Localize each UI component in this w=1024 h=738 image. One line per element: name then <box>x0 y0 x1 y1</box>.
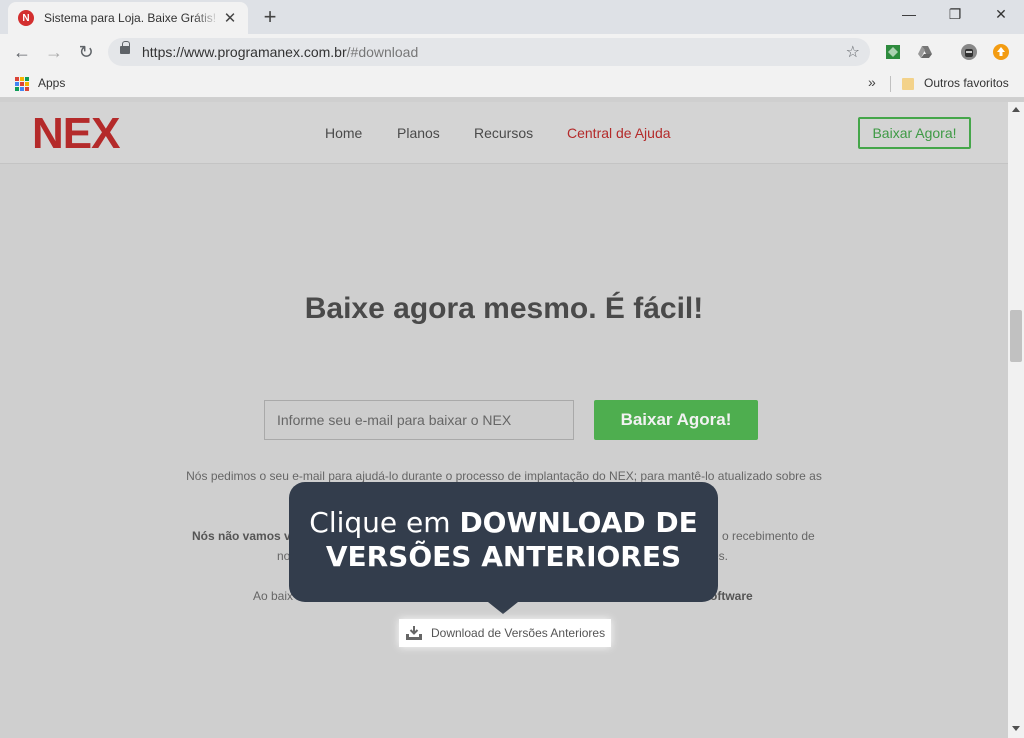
download-previous-versions-label: Download de Versões Anteriores <box>431 626 606 640</box>
bookmarks-divider <box>890 76 891 92</box>
scroll-down-arrow-icon[interactable] <box>1012 726 1020 731</box>
page-viewport: NEX Home Planos Recursos Central de Ajud… <box>0 102 1008 738</box>
tab-strip: N Sistema para Loja. Baixe Grátis! » ✕ +… <box>0 0 1024 34</box>
nex-logo[interactable]: NEX <box>32 110 120 158</box>
email-explanation-text: Nós pedimos o seu e-mail para ajudá-lo d… <box>186 469 822 483</box>
update-icon[interactable] <box>993 44 1009 60</box>
folder-icon <box>902 78 914 90</box>
lock-icon[interactable] <box>120 41 130 54</box>
instruction-tooltip: Clique em DOWNLOAD DE VERSÕES ANTERIORES <box>289 482 718 602</box>
forward-button[interactable]: → <box>42 40 66 64</box>
url-text: https://www.programanex.com.br/#download <box>142 44 419 60</box>
scroll-up-arrow-icon[interactable] <box>1012 107 1020 112</box>
minimize-button[interactable]: — <box>886 6 932 22</box>
bookmarks-overflow-button[interactable]: » <box>868 74 876 90</box>
site-header: NEX Home Planos Recursos Central de Ajud… <box>0 102 1008 164</box>
reload-button[interactable]: ↻ <box>74 40 98 64</box>
tooltip-line1-prefix: Clique em <box>309 506 460 539</box>
privacy-text-right: o recebimento de <box>722 529 815 543</box>
other-bookmarks-folder[interactable]: Outros favoritos <box>924 76 1009 90</box>
tooltip-arrow <box>488 602 518 614</box>
page-scrollbar[interactable] <box>1008 102 1024 738</box>
nav-central-de-ajuda[interactable]: Central de Ajuda <box>567 125 671 141</box>
download-tray-icon <box>406 626 422 640</box>
browser-tab[interactable]: N Sistema para Loja. Baixe Grátis! » ✕ <box>8 2 248 34</box>
apps-grid-icon[interactable] <box>15 77 29 91</box>
privacy-text-left: Nós não vamos v <box>192 529 291 543</box>
nav-recursos[interactable]: Recursos <box>474 125 533 141</box>
browser-toolbar: ← → ↻ https://www.programanex.com.br/#do… <box>0 34 1024 70</box>
download-now-button[interactable]: Baixar Agora! <box>594 400 758 440</box>
header-download-button[interactable]: Baixar Agora! <box>858 117 971 149</box>
address-bar[interactable]: https://www.programanex.com.br/#download… <box>108 38 870 66</box>
tab-title: Sistema para Loja. Baixe Grátis! » <box>44 11 220 25</box>
bookmark-star-icon[interactable]: ☆ <box>846 42 860 62</box>
profile-avatar-icon[interactable] <box>961 44 977 60</box>
tooltip-line2-bold: VERSÕES ANTERIORES <box>325 540 682 573</box>
download-previous-versions-link[interactable]: Download de Versões Anteriores <box>399 619 611 647</box>
bookmarks-bar: Apps » Outros favoritos <box>0 70 1024 98</box>
close-window-button[interactable]: ✕ <box>978 6 1024 23</box>
extension-green-icon[interactable] <box>885 44 901 60</box>
scroll-thumb[interactable] <box>1010 310 1022 362</box>
nav-home[interactable]: Home <box>325 125 362 141</box>
tab-close-icon[interactable]: ✕ <box>222 9 238 27</box>
terms-text-left: Ao baix <box>253 589 294 603</box>
nav-planos[interactable]: Planos <box>397 125 440 141</box>
email-input[interactable]: Informe seu e-mail para baixar o NEX <box>264 400 574 440</box>
restore-button[interactable]: ❐ <box>932 6 978 23</box>
apps-bookmark[interactable]: Apps <box>38 76 65 90</box>
nex-favicon-icon: N <box>18 10 34 26</box>
drive-icon[interactable] <box>917 44 933 60</box>
back-button[interactable]: ← <box>10 40 34 64</box>
tooltip-line1-bold: DOWNLOAD DE <box>459 506 698 539</box>
page-headline: Baixe agora mesmo. É fácil! <box>304 292 704 325</box>
new-tab-button[interactable]: + <box>258 4 282 30</box>
